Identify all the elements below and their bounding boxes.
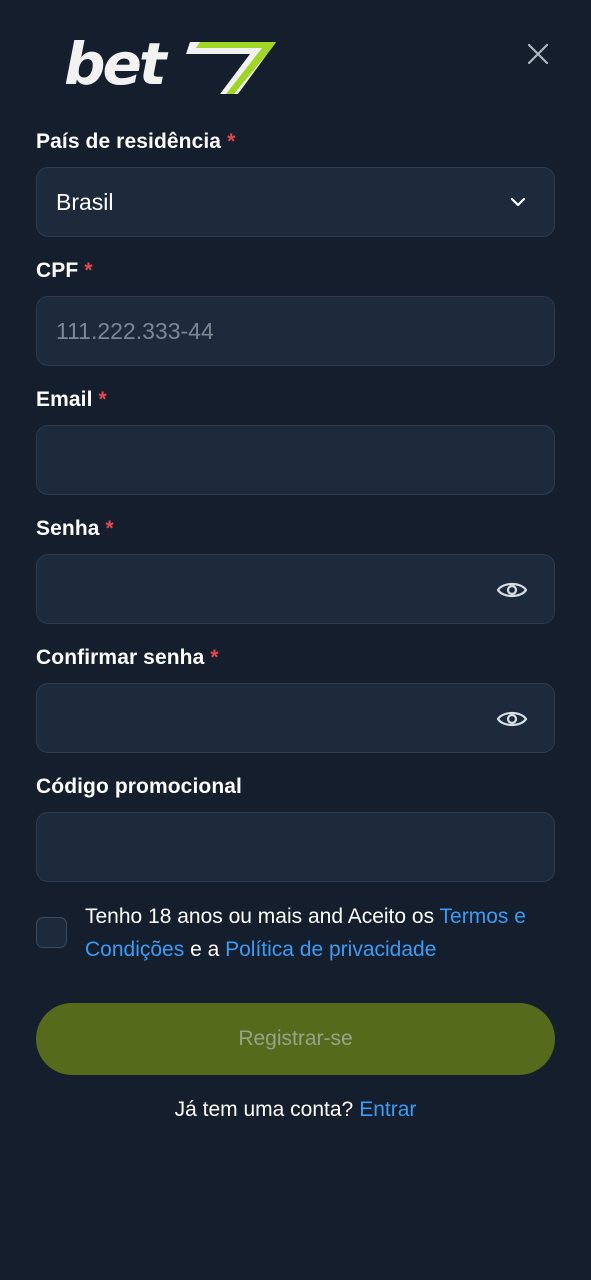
login-link[interactable]: Entrar <box>359 1098 416 1121</box>
terms-text-part: Tenho 18 anos ou mais and Aceito os <box>85 905 440 928</box>
registration-page: bet País de residência* Brasil CPF* Emai… <box>0 0 591 1280</box>
terms-text-part: e a <box>184 938 226 961</box>
password-field[interactable] <box>36 554 555 624</box>
have-account-text: Já tem uma conta? <box>174 1098 354 1121</box>
email-field[interactable] <box>36 425 555 495</box>
confirm-password-field[interactable] <box>36 683 555 753</box>
register-button[interactable]: Registrar-se <box>36 1003 555 1075</box>
terms-text: Tenho 18 anos ou mais and Aceito os Term… <box>85 900 555 966</box>
email-input[interactable] <box>37 426 554 494</box>
close-icon <box>527 43 549 65</box>
country-label: País de residência * <box>36 130 236 153</box>
cpf-label: CPF * <box>36 259 93 282</box>
brand-logo: bet <box>64 30 276 98</box>
confirm-password-label: Confirmar senha * <box>36 646 219 669</box>
chevron-down-icon <box>510 197 526 207</box>
eye-icon[interactable] <box>496 574 528 606</box>
required-mark: * <box>98 388 107 411</box>
terms-checkbox[interactable] <box>36 917 67 948</box>
required-mark: * <box>227 130 236 153</box>
password-input[interactable] <box>37 555 554 623</box>
country-select[interactable]: Brasil <box>36 167 555 237</box>
close-button[interactable] <box>524 40 552 68</box>
required-mark: * <box>84 259 93 282</box>
email-label: Email * <box>36 388 107 411</box>
country-value: Brasil <box>56 188 114 215</box>
logo-text: bet <box>64 30 167 98</box>
login-prompt: Já tem uma conta? Entrar <box>0 1098 591 1122</box>
password-label: Senha * <box>36 517 114 540</box>
promo-code-input[interactable] <box>37 813 554 881</box>
logo-seven-icon <box>186 42 276 94</box>
cpf-field[interactable] <box>36 296 555 366</box>
required-mark: * <box>210 646 219 669</box>
cpf-input[interactable] <box>37 297 554 365</box>
eye-icon[interactable] <box>496 703 528 735</box>
required-mark: * <box>105 517 114 540</box>
promo-code-label: Código promocional <box>36 775 242 798</box>
promo-code-field[interactable] <box>36 812 555 882</box>
privacy-policy-link[interactable]: Política de privacidade <box>225 938 436 961</box>
confirm-password-input[interactable] <box>37 684 554 752</box>
